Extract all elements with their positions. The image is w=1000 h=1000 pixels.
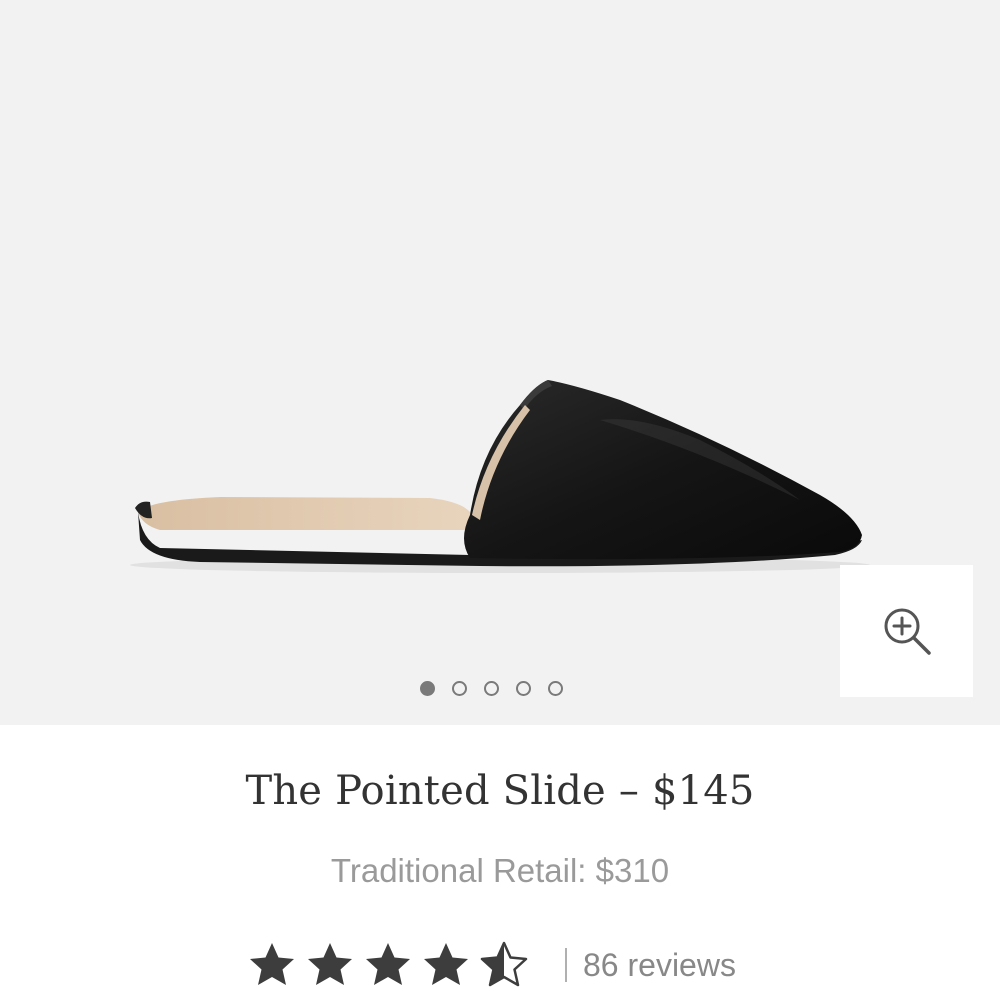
reviews-count-link[interactable]: 86 reviews [583,947,736,984]
zoom-in-icon [884,608,931,655]
product-title: The Pointed Slide – $145 [245,768,755,814]
carousel-pagination [420,681,563,696]
star-full-icon [424,943,468,985]
carousel-dot[interactable] [452,681,467,696]
carousel-dot[interactable] [484,681,499,696]
product-page: The Pointed Slide – $145 Traditional Ret… [0,0,1000,1000]
rating-summary: 86 reviews [245,940,736,990]
carousel-dot[interactable] [548,681,563,696]
zoom-button[interactable] [840,565,973,697]
traditional-retail-price: Traditional Retail: $310 [330,852,670,889]
product-image-gallery[interactable] [0,0,1000,725]
carousel-dot[interactable] [420,681,435,696]
star-half-icon [480,941,528,987]
star-full-icon [308,943,352,985]
star-rating [245,940,535,990]
carousel-dot[interactable] [516,681,531,696]
star-full-icon [366,943,410,985]
rating-separator [565,948,567,982]
star-full-icon [250,943,294,985]
